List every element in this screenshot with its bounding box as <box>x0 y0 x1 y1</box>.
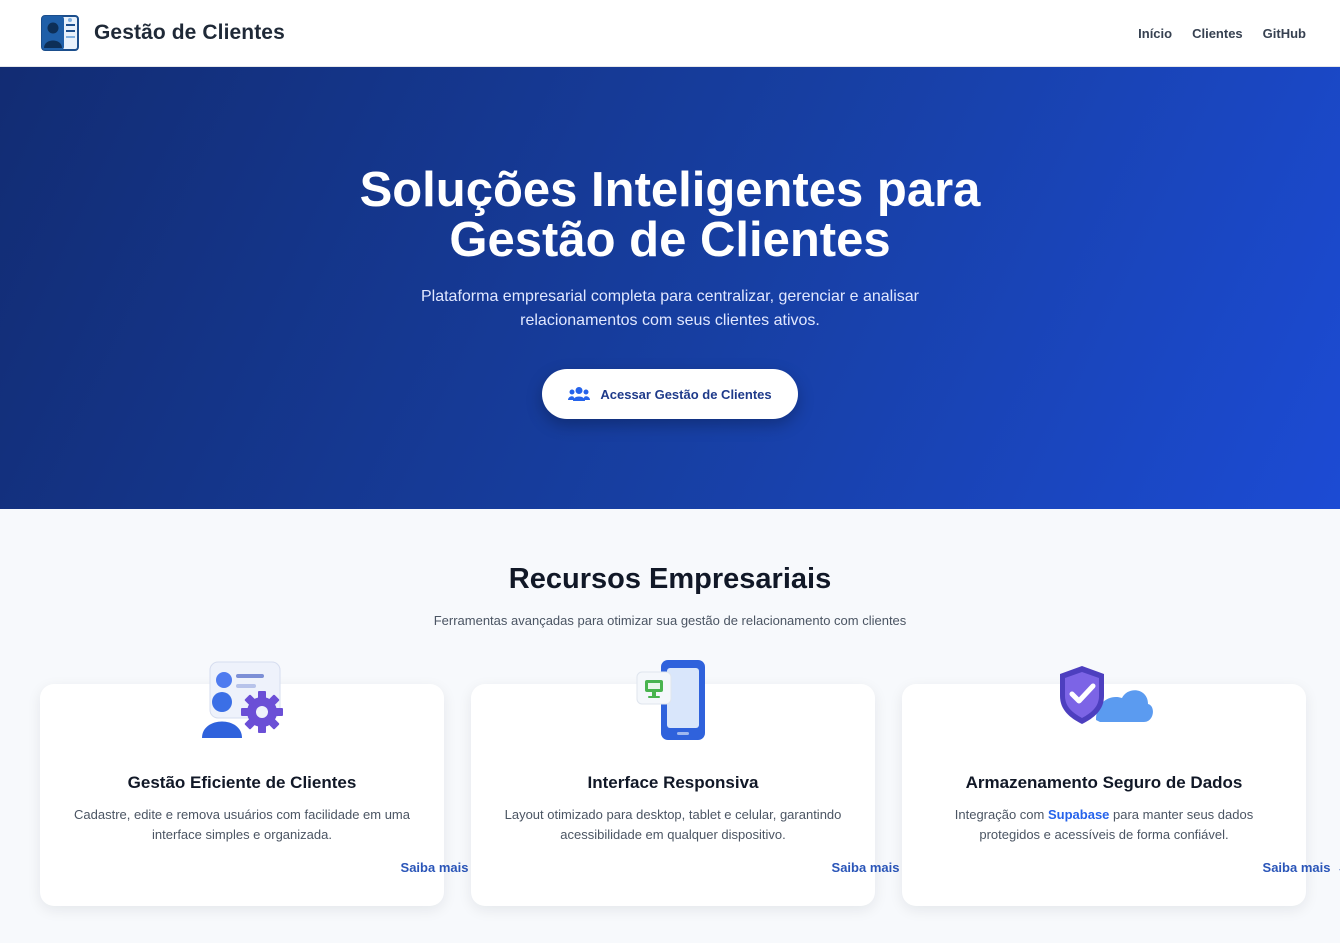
access-clients-button[interactable]: Acessar Gestão de Clientes <box>542 369 798 419</box>
feature-card-responsive: Interface Responsiva Layout otimizado pa… <box>471 660 918 906</box>
learn-more-label: Saiba mais <box>400 860 469 875</box>
responsive-device-icon <box>636 660 705 740</box>
hero-title: Soluções Inteligentes para Gestão de Cli… <box>359 163 981 267</box>
features-subtitle: Ferramentas avançadas para otimizar sua … <box>433 613 907 628</box>
brand-name: Gestão de Clientes <box>94 21 285 44</box>
secure-cloud-icon <box>1060 666 1153 724</box>
feature-title: Gestão Eficiente de Clientes <box>127 773 357 792</box>
customer-card-logo-icon <box>41 15 79 51</box>
nav-link-inicio[interactable]: Início <box>1138 26 1172 41</box>
nav-link-github[interactable]: GitHub <box>1263 26 1306 41</box>
features-title: Recursos Empresariais <box>508 563 832 595</box>
feature-description: Cadastre, edite e remova usuários com fa… <box>74 807 410 842</box>
feature-title: Interface Responsiva <box>587 773 759 792</box>
feature-description: Layout otimizado para desktop, tablet e … <box>504 807 842 842</box>
feature-card-client-management: Gestão Eficiente de Clientes Cadastre, e… <box>40 661 487 906</box>
features-section: Recursos Empresariais Ferramentas avança… <box>0 509 1340 943</box>
access-clients-label: Acessar Gestão de Clientes <box>600 386 772 402</box>
feature-card-secure-storage: Armazenamento Seguro de Dados Integração… <box>902 666 1340 906</box>
nav-link-clientes[interactable]: Clientes <box>1192 26 1243 41</box>
learn-more-label: Saiba mais <box>1262 860 1331 875</box>
top-navbar: Gestão de Clientes Início Clientes GitHu… <box>0 0 1340 67</box>
feature-description: Integração com Supabase para manter seus… <box>928 805 1280 845</box>
description-text: Integração com <box>954 807 1048 822</box>
arrow-right-icon: → <box>1336 860 1340 875</box>
hero-section: Soluções Inteligentes para Gestão de Cli… <box>0 67 1340 509</box>
feature-title: Armazenamento Seguro de Dados <box>965 773 1243 792</box>
brand[interactable]: Gestão de Clientes <box>40 14 285 52</box>
users-icon <box>568 387 591 401</box>
hero-description: Plataforma empresarial completa para cen… <box>420 288 919 329</box>
learn-more-link[interactable]: Saiba mais → <box>1104 860 1340 875</box>
supabase-highlight: Supabase <box>1047 807 1110 822</box>
learn-more-label: Saiba mais <box>831 860 900 875</box>
main-nav: Início Clientes GitHub <box>1138 26 1306 41</box>
user-settings-icon <box>202 661 283 738</box>
